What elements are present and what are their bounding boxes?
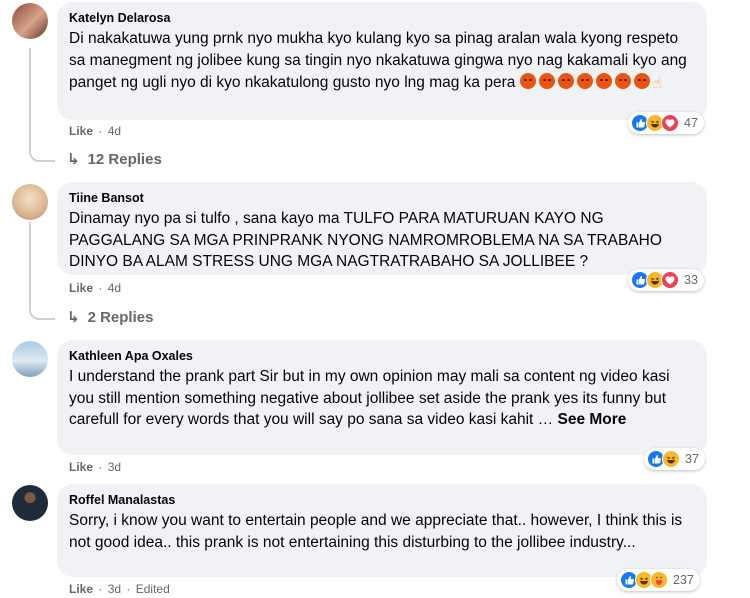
edited-label[interactable]: Edited bbox=[136, 582, 170, 596]
hand-icon: ☝ bbox=[652, 75, 662, 92]
timestamp[interactable]: 4d bbox=[108, 281, 121, 295]
reaction-count: 37 bbox=[685, 452, 699, 466]
avatar[interactable] bbox=[12, 184, 48, 220]
heart-reaction-icon bbox=[661, 271, 679, 289]
comment-author[interactable]: Tiine Bansot bbox=[69, 190, 695, 206]
reaction-summary[interactable]: 33 bbox=[628, 269, 704, 291]
comment-bubble: Kathleen Apa Oxales I understand the pra… bbox=[57, 340, 707, 455]
comment-text: I understand the prank part Sir but in m… bbox=[69, 366, 695, 431]
angry-face-icon bbox=[576, 73, 593, 89]
angry-face-icon bbox=[557, 73, 574, 89]
reply-arrow-icon: ↳ bbox=[67, 309, 80, 326]
like-link[interactable]: Like bbox=[69, 281, 93, 295]
comment-text: Di nakakatuwa yung prnk nyo mukha kyo ku… bbox=[69, 28, 695, 95]
haha-reaction-icon bbox=[662, 450, 680, 468]
heart-reaction-icon bbox=[661, 114, 679, 132]
avatar[interactable] bbox=[12, 341, 48, 377]
comment-bubble: Tiine Bansot Dinamay nyo pa si tulfo , s… bbox=[57, 182, 707, 275]
reaction-count: 47 bbox=[684, 116, 698, 130]
angry-face-icon bbox=[519, 73, 536, 89]
comment-meta: Like · 4d bbox=[69, 124, 122, 138]
comment-meta: Like · 3d · Edited bbox=[69, 582, 170, 596]
reaction-summary[interactable]: 37 bbox=[644, 448, 705, 470]
avatar[interactable] bbox=[12, 485, 48, 521]
angry-face-icon bbox=[595, 73, 612, 89]
like-link[interactable]: Like bbox=[69, 582, 93, 596]
thread-line bbox=[29, 222, 31, 306]
view-replies-button[interactable]: ↳ 2 Replies bbox=[67, 308, 153, 327]
reaction-summary[interactable]: 237 bbox=[617, 569, 700, 591]
avatar[interactable] bbox=[12, 3, 48, 39]
thread-line bbox=[29, 48, 31, 148]
reaction-count: 33 bbox=[684, 273, 698, 287]
reaction-summary[interactable]: 47 bbox=[628, 112, 704, 134]
angry-face-icon bbox=[633, 73, 650, 89]
angry-face-icon bbox=[614, 73, 631, 89]
timestamp[interactable]: 3d bbox=[108, 582, 121, 596]
comment-bubble: Roffel Manalastas Sorry, i know you want… bbox=[57, 484, 707, 577]
reply-arrow-icon: ↳ bbox=[67, 151, 80, 168]
timestamp[interactable]: 3d bbox=[108, 460, 121, 474]
reaction-count: 237 bbox=[673, 573, 694, 587]
like-link[interactable]: Like bbox=[69, 460, 93, 474]
care-reaction-icon bbox=[650, 571, 668, 589]
comment-author[interactable]: Roffel Manalastas bbox=[69, 492, 695, 508]
comment-body: Sorry, i know you want to entertain peop… bbox=[69, 512, 683, 551]
thread-connector bbox=[29, 146, 55, 162]
like-link[interactable]: Like bbox=[69, 124, 93, 138]
comment-body: Dinamay nyo pa si tulfo , sana kayo ma T… bbox=[69, 210, 662, 270]
angry-face-icon bbox=[538, 73, 555, 89]
comment-meta: Like · 3d bbox=[69, 460, 122, 474]
angry-emoji-group: ☝ bbox=[519, 73, 662, 95]
comment-bubble: Katelyn Delarosa Di nakakatuwa yung prnk… bbox=[57, 2, 707, 120]
timestamp[interactable]: 4d bbox=[108, 124, 121, 138]
comment-author[interactable]: Katelyn Delarosa bbox=[69, 10, 695, 26]
see-more-link[interactable]: See More bbox=[557, 411, 626, 428]
thread-connector bbox=[29, 304, 55, 320]
view-replies-button[interactable]: ↳ 12 Replies bbox=[67, 150, 162, 169]
comment-meta: Like · 4d bbox=[69, 281, 122, 295]
comment-author[interactable]: Kathleen Apa Oxales bbox=[69, 348, 695, 364]
